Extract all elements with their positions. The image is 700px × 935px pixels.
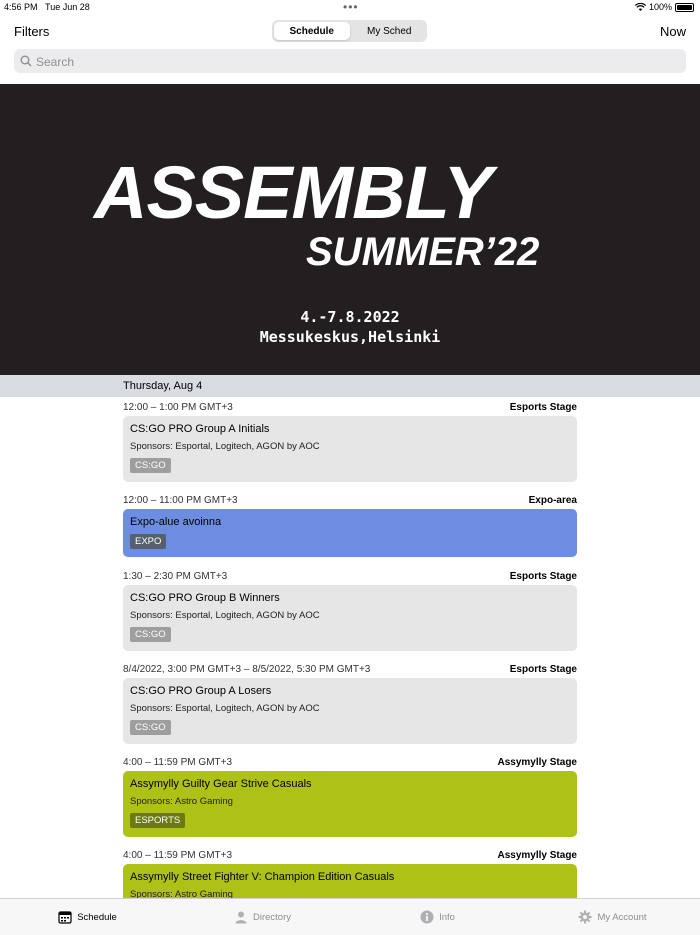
event-card[interactable]: Assymylly Guilty Gear Strive Casuals Spo… bbox=[123, 771, 577, 837]
event-item: 8/4/2022, 3:00 PM GMT+3 – 8/5/2022, 5:30… bbox=[123, 660, 577, 744]
event-time: 12:00 – 1:00 PM GMT+3 bbox=[123, 402, 233, 413]
battery-percent: 100% bbox=[648, 2, 672, 12]
event-banner: ASSEMBLY SUMMER’22 4.-7.8.2022 Messukesk… bbox=[0, 84, 700, 375]
tab-my-account[interactable]: My Account bbox=[525, 899, 700, 935]
event-tag: CS:GO bbox=[130, 720, 171, 735]
event-card[interactable]: Expo-alue avoinna EXPO bbox=[123, 509, 577, 557]
event-location: Assymylly Stage bbox=[497, 850, 578, 861]
calendar-icon bbox=[58, 911, 72, 924]
status-right: 100% bbox=[634, 2, 694, 12]
tab-directory[interactable]: Directory bbox=[175, 899, 350, 935]
event-tag: EXPO bbox=[130, 534, 167, 549]
event-item: 1:30 – 2:30 PM GMT+3 Esports Stage CS:GO … bbox=[123, 567, 577, 651]
event-card[interactable]: CS:GO PRO Group A Initials Sponsors: Esp… bbox=[123, 416, 577, 482]
event-card[interactable]: CS:GO PRO Group B Winners Sponsors: Espo… bbox=[123, 585, 577, 651]
event-time: 4:00 – 11:59 PM GMT+3 bbox=[123, 850, 233, 861]
event-venue: Messukeskus,Helsinki bbox=[259, 328, 441, 346]
event-tag: CS:GO bbox=[130, 458, 171, 473]
event-location: Expo-area bbox=[528, 495, 577, 506]
search-input[interactable] bbox=[34, 49, 678, 75]
event-card[interactable]: CS:GO PRO Group A Losers Sponsors: Espor… bbox=[123, 678, 577, 744]
event-card[interactable]: Assymylly Street Fighter V: Champion Edi… bbox=[123, 864, 577, 898]
tab-bar: Schedule Directory Info My Account bbox=[0, 898, 700, 935]
event-title: Expo-alue avoinna bbox=[130, 516, 222, 528]
event-title: Assymylly Street Fighter V: Champion Edi… bbox=[130, 871, 395, 883]
assembly-logo: ASSEMBLY bbox=[94, 151, 493, 234]
event-location: Assymylly Stage bbox=[497, 757, 578, 768]
event-location: Esports Stage bbox=[509, 664, 577, 675]
filters-button[interactable]: Filters bbox=[14, 24, 49, 39]
person-icon bbox=[235, 911, 247, 924]
event-item: 4:00 – 11:59 PM GMT+3 Assymylly Stage Ass… bbox=[123, 846, 577, 898]
tab-info[interactable]: Info bbox=[350, 899, 525, 935]
event-title: CS:GO PRO Group A Initials bbox=[130, 423, 270, 435]
event-item: 12:00 – 11:00 PM GMT+3 Expo-area Expo-alu… bbox=[123, 491, 577, 557]
schedule-segmented-control: Schedule My Sched bbox=[272, 20, 427, 42]
event-title: Assymylly Guilty Gear Strive Casuals bbox=[130, 778, 312, 790]
gear-icon bbox=[578, 910, 592, 924]
event-time: 8/4/2022, 3:00 PM GMT+3 – 8/5/2022, 5:30… bbox=[123, 664, 371, 675]
event-tag: ESPORTS bbox=[130, 813, 186, 828]
segment-schedule[interactable]: Schedule bbox=[274, 22, 350, 40]
event-dates: 4.-7.8.2022 bbox=[300, 308, 400, 326]
navigation-bar: Filters Schedule My Sched Now bbox=[0, 18, 700, 46]
wifi-icon bbox=[634, 3, 646, 11]
day-header: Thursday, Aug 4 bbox=[0, 375, 700, 397]
event-sponsors: Sponsors: Astro Gaming bbox=[130, 796, 233, 807]
event-title: CS:GO PRO Group A Losers bbox=[130, 685, 272, 697]
multitasking-dots-icon[interactable]: ••• bbox=[343, 0, 359, 14]
info-icon bbox=[420, 910, 434, 924]
event-item: 12:00 – 1:00 PM GMT+3 Esports Stage CS:GO… bbox=[123, 398, 577, 482]
search-bar bbox=[14, 49, 686, 75]
tab-schedule[interactable]: Schedule bbox=[0, 899, 175, 935]
event-sponsors: Sponsors: Esportal, Logitech, AGON by AO… bbox=[130, 441, 320, 452]
event-item: 4:00 – 11:59 PM GMT+3 Assymylly Stage Ass… bbox=[123, 753, 577, 837]
search-icon bbox=[20, 55, 32, 67]
event-location: Esports Stage bbox=[509, 571, 577, 582]
event-tag: CS:GO bbox=[130, 627, 171, 642]
battery-icon bbox=[675, 2, 694, 12]
event-title: CS:GO PRO Group B Winners bbox=[130, 592, 280, 604]
status-time: 4:56 PM Tue Jun 28 bbox=[4, 2, 90, 12]
event-sponsors: Sponsors: Esportal, Logitech, AGON by AO… bbox=[130, 610, 320, 621]
event-sponsors: Sponsors: Esportal, Logitech, AGON by AO… bbox=[130, 703, 320, 714]
event-location: Esports Stage bbox=[509, 402, 577, 413]
event-sponsors: Sponsors: Astro Gaming bbox=[130, 889, 233, 898]
event-time: 12:00 – 11:00 PM GMT+3 bbox=[123, 495, 238, 506]
event-time: 4:00 – 11:59 PM GMT+3 bbox=[123, 757, 233, 768]
summer-logo: SUMMER’22 bbox=[306, 230, 540, 274]
segment-my-sched[interactable]: My Sched bbox=[352, 20, 428, 42]
now-button[interactable]: Now bbox=[660, 24, 686, 39]
event-time: 1:30 – 2:30 PM GMT+3 bbox=[123, 571, 228, 582]
status-bar: 4:56 PM Tue Jun 28 ••• 100% bbox=[0, 0, 700, 14]
